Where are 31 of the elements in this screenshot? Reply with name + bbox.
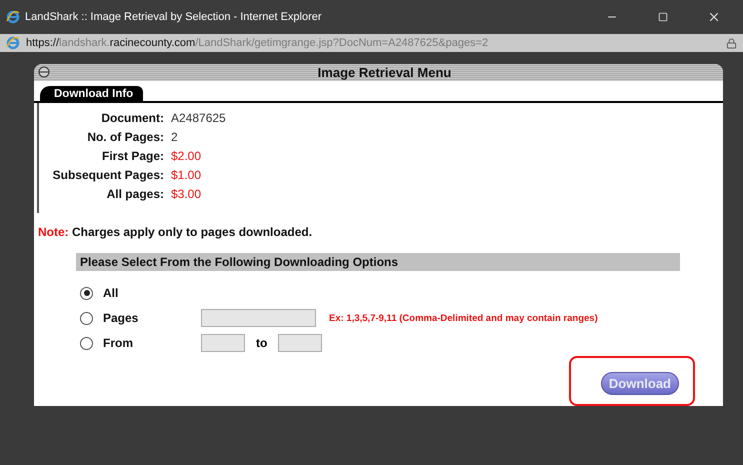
browser-logo-icon bbox=[6, 10, 20, 24]
note-text: Note: Charges apply only to pages downloaded. bbox=[37, 224, 314, 239]
field-label: First Page: bbox=[100, 148, 164, 163]
radio-button[interactable] bbox=[80, 336, 93, 350]
to-field[interactable] bbox=[278, 334, 322, 352]
pages-field[interactable] bbox=[201, 309, 316, 327]
radio-button[interactable] bbox=[80, 286, 93, 300]
field-value: 2 bbox=[171, 130, 179, 144]
field-label: Subsequent Pages: bbox=[52, 168, 164, 182]
field-label: No. of Pages: bbox=[86, 130, 164, 144]
radio-button[interactable] bbox=[80, 312, 93, 324]
lock-icon bbox=[726, 38, 737, 48]
collapse-icon[interactable] bbox=[38, 66, 50, 78]
from-field[interactable] bbox=[201, 334, 245, 352]
option-label: From bbox=[103, 336, 134, 350]
tab[interactable]: Download Info bbox=[40, 86, 144, 101]
panel-title: Image Retrieval Menu bbox=[316, 64, 452, 80]
window-title: LandShark :: Image Retrieval by Selection - Internet Explorer bbox=[25, 11, 323, 23]
pages-hint: Ex: 1,3,5,7-9,11 (Comma-Delimited and may contain ranges) bbox=[329, 312, 598, 324]
field-value: $3.00 bbox=[171, 186, 202, 201]
url-text[interactable]: https://landshark.racinecounty.com/LandShark/getimgrange.jsp?DocNum=A2487625&pages=2 bbox=[26, 37, 720, 49]
field-label: Document: bbox=[100, 110, 164, 125]
field-value: $1.00 bbox=[171, 168, 202, 182]
range-separator: to bbox=[256, 336, 268, 350]
options-heading: Please Select From the Following Downloading Options bbox=[76, 253, 680, 271]
field-label: All pages: bbox=[106, 186, 164, 201]
option-label: Pages bbox=[103, 311, 140, 325]
field-value: $2.00 bbox=[171, 148, 202, 163]
browser-logo-icon bbox=[6, 36, 20, 50]
field-value: A2487625 bbox=[171, 110, 227, 125]
option-label: All bbox=[103, 286, 120, 300]
